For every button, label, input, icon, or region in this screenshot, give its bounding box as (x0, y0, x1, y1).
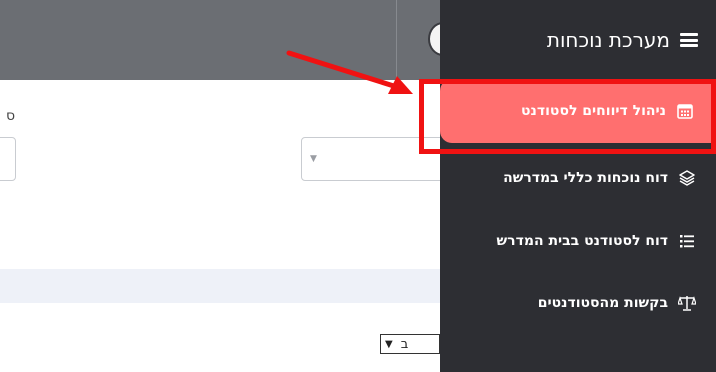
page-size-label: ב (400, 336, 409, 352)
sidebar-item-student-reports[interactable]: ניהול דיווחים לסטודנט (440, 79, 712, 143)
filter-input[interactable] (0, 137, 16, 181)
sidebar-item-label: דוח לסטודנט בבית המדרש (496, 233, 668, 249)
top-bar (0, 0, 440, 80)
balance-scale-icon (678, 294, 696, 312)
table-header (0, 269, 440, 303)
sidebar-item-student-requests[interactable]: בקשות מהסטודנטים (538, 291, 696, 315)
field-label: ס (6, 108, 16, 124)
sidebar-item-student-report[interactable]: דוח לסטודנט בבית המדרש (497, 229, 696, 253)
calendar-icon (676, 102, 694, 120)
sidebar: מערכת נוכחות ניהול דיווחים לסטודנט דוח נ… (440, 0, 716, 372)
chevron-down-icon: ▼ (385, 338, 393, 350)
sidebar-item-label: בקשות מהסטודנטים (537, 295, 668, 311)
chevron-down-icon: ▼ (310, 154, 317, 164)
page-size-select[interactable]: ▼ ב (380, 334, 440, 354)
sidebar-item-label: ניהול דיווחים לסטודנט (521, 103, 666, 119)
sidebar-header: מערכת נוכחות (547, 28, 698, 52)
top-bar-divider (396, 0, 397, 80)
list-icon (678, 232, 696, 250)
app-title: מערכת נוכחות (546, 28, 670, 52)
hamburger-menu-icon[interactable] (680, 33, 698, 47)
filter-select[interactable]: ▼ (301, 137, 451, 181)
sidebar-item-general-attendance[interactable]: דוח נוכחות כללי במדרשה (503, 166, 696, 190)
layers-icon (678, 169, 696, 187)
sidebar-item-label: דוח נוכחות כללי במדרשה (503, 170, 668, 186)
